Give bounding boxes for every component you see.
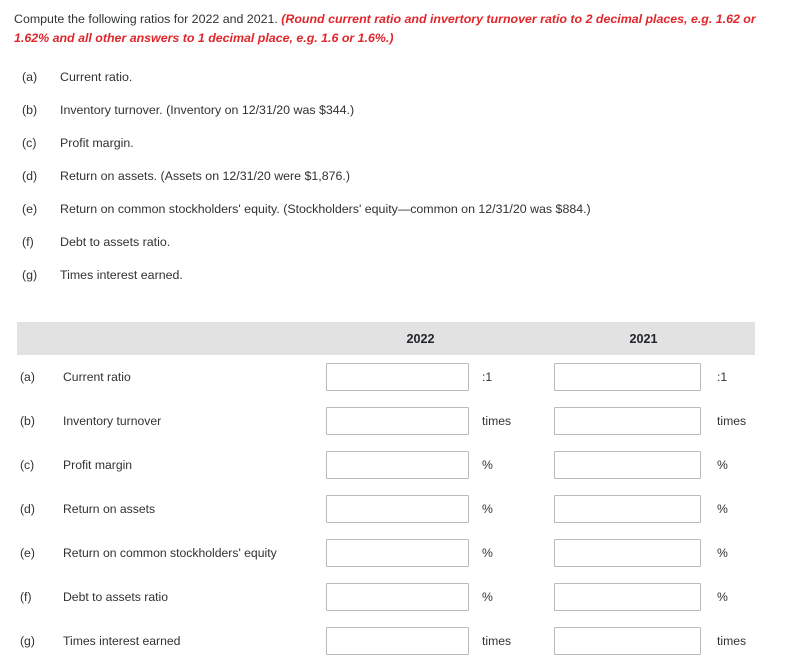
cell-2021 xyxy=(554,451,701,479)
table-row: (e) Return on common stockholders' equit… xyxy=(17,531,755,575)
cell-2022 xyxy=(326,407,469,435)
unit-2022: % xyxy=(482,546,493,560)
cell-2022 xyxy=(326,583,469,611)
list-item-key: (c) xyxy=(22,136,37,150)
unit-2021: times xyxy=(717,634,747,648)
cell-2022 xyxy=(326,539,469,567)
unit-2021: % xyxy=(717,590,728,604)
list-item-key: (g) xyxy=(22,268,38,282)
cell-2022 xyxy=(326,495,469,523)
row-label: Debt to assets ratio xyxy=(63,590,168,604)
list-item: (f) Debt to assets ratio. xyxy=(14,235,784,268)
row-key: (a) xyxy=(20,370,35,384)
inventory-turnover-2022-input[interactable] xyxy=(326,407,469,435)
list-item-key: (b) xyxy=(22,103,38,117)
table-row: (c) Profit margin % % xyxy=(17,443,755,487)
debt-to-assets-ratio-2022-input[interactable] xyxy=(326,583,469,611)
table-header-2022: 2022 xyxy=(406,331,435,346)
table-row: (d) Return on assets % % xyxy=(17,487,755,531)
row-label: Current ratio xyxy=(63,370,131,384)
list-item-key: (e) xyxy=(22,202,38,216)
cell-2022 xyxy=(326,627,469,655)
row-label: Return on assets xyxy=(63,502,156,516)
row-key: (f) xyxy=(20,590,32,604)
profit-margin-2021-input[interactable] xyxy=(554,451,701,479)
list-item-text: Inventory turnover. (Inventory on 12/31/… xyxy=(60,103,355,117)
cell-2021 xyxy=(554,363,701,391)
table-header-row: 2022 2021 xyxy=(17,322,755,355)
return-on-common-stockholders-equity-2022-input[interactable] xyxy=(326,539,469,567)
times-interest-earned-2022-input[interactable] xyxy=(326,627,469,655)
unit-2022: :1 xyxy=(482,370,493,384)
debt-to-assets-ratio-2021-input[interactable] xyxy=(554,583,701,611)
cell-2022 xyxy=(326,451,469,479)
row-label: Inventory turnover xyxy=(63,414,162,428)
unit-2022: times xyxy=(482,414,512,428)
unit-2021: % xyxy=(717,502,728,516)
current-ratio-2021-input[interactable] xyxy=(554,363,701,391)
table-header-2021: 2021 xyxy=(629,331,658,346)
list-item-key: (d) xyxy=(22,169,38,183)
table-row: (b) Inventory turnover times times xyxy=(17,399,755,443)
cell-2021 xyxy=(554,539,701,567)
cell-2021 xyxy=(554,407,701,435)
unit-2022: times xyxy=(482,634,512,648)
unit-2022: % xyxy=(482,458,493,472)
row-key: (b) xyxy=(20,414,35,428)
return-on-common-stockholders-equity-2021-input[interactable] xyxy=(554,539,701,567)
times-interest-earned-2021-input[interactable] xyxy=(554,627,701,655)
list-item-text: Return on assets. (Assets on 12/31/20 we… xyxy=(60,169,350,183)
return-on-assets-2021-input[interactable] xyxy=(554,495,701,523)
answer-table: 2022 2021 (a) Current ratio :1 :1 (b) In… xyxy=(17,322,755,663)
table-row: (f) Debt to assets ratio % % xyxy=(17,575,755,619)
unit-2022: % xyxy=(482,502,493,516)
requirements-list: (a) Current ratio. (b) Inventory turnove… xyxy=(14,70,784,301)
row-key: (e) xyxy=(20,546,35,560)
list-item: (g) Times interest earned. xyxy=(14,268,784,301)
list-item-text: Current ratio. xyxy=(60,70,133,84)
list-item-text: Times interest earned. xyxy=(60,268,183,282)
row-label: Times interest earned xyxy=(63,634,181,648)
list-item: (e) Return on common stockholders' equit… xyxy=(14,202,784,235)
unit-2022: % xyxy=(482,590,493,604)
current-ratio-2022-input[interactable] xyxy=(326,363,469,391)
cell-2021 xyxy=(554,627,701,655)
unit-2021: times xyxy=(717,414,747,428)
list-item-text: Return on common stockholders' equity. (… xyxy=(60,202,591,216)
instructions-paragraph: Compute the following ratios for 2022 an… xyxy=(14,10,784,48)
row-label: Profit margin xyxy=(63,458,133,472)
table-row: (a) Current ratio :1 :1 xyxy=(17,355,755,399)
return-on-assets-2022-input[interactable] xyxy=(326,495,469,523)
list-item-text: Profit margin. xyxy=(60,136,134,150)
unit-2021: % xyxy=(717,458,728,472)
row-label: Return on common stockholders' equity xyxy=(63,546,277,560)
profit-margin-2022-input[interactable] xyxy=(326,451,469,479)
inventory-turnover-2021-input[interactable] xyxy=(554,407,701,435)
cell-2021 xyxy=(554,583,701,611)
cell-2021 xyxy=(554,495,701,523)
list-item: (c) Profit margin. xyxy=(14,136,784,169)
cell-2022 xyxy=(326,363,469,391)
row-key: (c) xyxy=(20,458,35,472)
table-row: (g) Times interest earned times times xyxy=(17,619,755,663)
row-key: (d) xyxy=(20,502,35,516)
list-item-key: (a) xyxy=(22,70,38,84)
list-item: (d) Return on assets. (Assets on 12/31/2… xyxy=(14,169,784,202)
list-item: (b) Inventory turnover. (Inventory on 12… xyxy=(14,103,784,136)
unit-2021: :1 xyxy=(717,370,728,384)
instructions-lead: Compute the following ratios for 2022 an… xyxy=(14,12,278,26)
list-item-text: Debt to assets ratio. xyxy=(60,235,171,249)
row-key: (g) xyxy=(20,634,35,648)
list-item-key: (f) xyxy=(22,235,34,249)
list-item: (a) Current ratio. xyxy=(14,70,784,103)
instructions-rounding-note-line2: and all other answers to 1 decimal place… xyxy=(52,31,394,45)
unit-2021: % xyxy=(717,546,728,560)
